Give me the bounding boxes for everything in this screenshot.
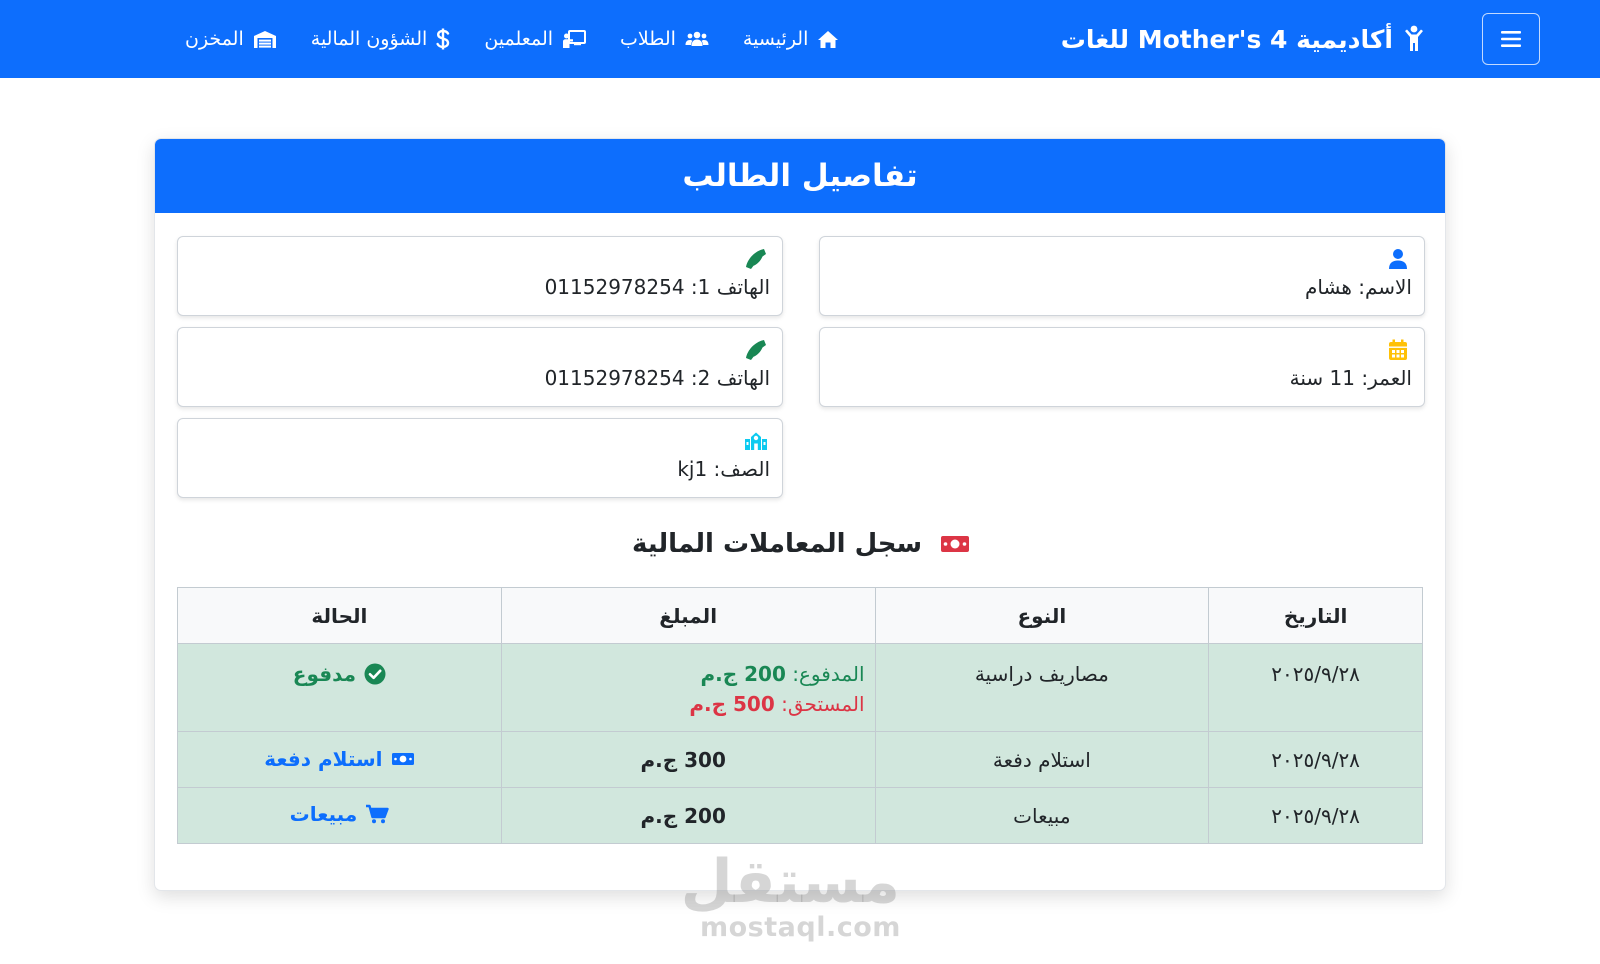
nav-link-warehouse[interactable]: المخزن	[185, 28, 277, 50]
cell-status: استلام دفعة	[177, 731, 502, 788]
nav-link-students[interactable]: الطلاب	[620, 28, 709, 50]
cart-icon	[366, 804, 389, 824]
dollar-icon	[436, 28, 450, 50]
phone-icon	[744, 338, 768, 362]
transactions-title-text: سجل المعاملات المالية	[631, 529, 923, 559]
warehouse-icon	[253, 30, 276, 48]
info-box-age: العمر: 11 سنة	[819, 327, 1425, 407]
info-box-class: الصف: kj1	[177, 418, 783, 498]
nav-link-students-label: الطلاب	[620, 28, 676, 50]
student-age: العمر: 11 سنة	[1289, 366, 1412, 390]
hamburger-icon	[1501, 31, 1521, 47]
due-value: 500 ج.م	[689, 692, 775, 716]
col-header-date: التاريخ	[1208, 587, 1423, 644]
cell-amount: المدفوع: 200 ج.م المستحق: 500 ج.م	[500, 643, 876, 732]
info-box-phone1: الهاتف 1: 01152978254	[177, 236, 783, 316]
brand-text: أكاديمية Mother's 4 للغات	[1060, 24, 1393, 54]
watermark: مستقل mostaql.com	[680, 847, 901, 943]
status-text: مبيعات	[289, 802, 358, 826]
nav-link-finance-label: الشؤون المالية	[310, 28, 428, 50]
cell-date: ٢٠٢٥/٩/٢٨	[1208, 731, 1423, 788]
table-row: ٢٠٢٥/٩/٢٨ مصاريف دراسية المدفوع: 200 ج.م…	[177, 643, 1423, 732]
users-icon	[685, 31, 709, 46]
cell-type: مصاريف دراسية	[874, 643, 1210, 732]
card-header: تفاصيل الطالب	[155, 139, 1445, 213]
table-row: ٢٠٢٥/٩/٢٨ مبيعات 200 ج.م مبيعات	[177, 787, 1423, 844]
transactions-table: التاريخ النوع المبلغ الحالة ٢٠٢٥/٩/٢٨ مص…	[177, 587, 1423, 844]
student-phone1: الهاتف 1: 01152978254	[544, 275, 770, 299]
calendar-icon	[1386, 338, 1410, 362]
navbar: أكاديمية Mother's 4 للغات الرئيسية الطلا…	[0, 0, 1600, 78]
status-badge: مدفوع	[293, 662, 386, 686]
nav-link-warehouse-label: المخزن	[185, 28, 244, 50]
paid-amount: المدفوع: 200 ج.م	[502, 662, 865, 686]
student-class: الصف: kj1	[677, 457, 770, 481]
nav-link-finance[interactable]: الشؤون المالية	[311, 28, 451, 50]
user-icon	[1386, 247, 1410, 271]
navbar-brand[interactable]: أكاديمية Mother's 4 للغات	[1061, 0, 1425, 78]
student-phone2: الهاتف 2: 01152978254	[544, 366, 770, 390]
cell-status: مدفوع	[177, 643, 502, 732]
table-row: ٢٠٢٥/٩/٢٨ استلام دفعة 300 ج.م استلام دفع…	[177, 731, 1423, 788]
info-box-name: الاسم: هشام	[819, 236, 1425, 316]
nav-link-teachers[interactable]: المعلمين	[484, 28, 587, 50]
cell-date: ٢٠٢٥/٩/٢٨	[1208, 787, 1423, 844]
status-text: استلام دفعة	[264, 747, 383, 771]
money-bill-icon	[391, 753, 414, 765]
child-icon	[1405, 25, 1423, 51]
cell-date: ٢٠٢٥/٩/٢٨	[1208, 643, 1423, 732]
cell-amount: 300 ج.م	[500, 731, 876, 788]
status-badge: مبيعات	[290, 802, 390, 826]
cell-status: مبيعات	[177, 787, 502, 844]
home-icon	[818, 30, 839, 48]
watermark-latin: mostaql.com	[700, 912, 901, 943]
due-label: المستحق:	[781, 692, 865, 716]
paid-label: المدفوع:	[792, 662, 865, 686]
card-title: تفاصيل الطالب	[682, 158, 918, 194]
check-circle-icon	[364, 663, 386, 685]
cell-amount: 200 ج.م	[500, 787, 876, 844]
money-bill-icon	[941, 536, 970, 552]
nav-links: الرئيسية الطلاب المعلمين الشؤون المالية …	[185, 0, 839, 78]
col-header-type: النوع	[874, 587, 1210, 644]
phone-icon	[744, 247, 768, 271]
table-header-row: التاريخ النوع المبلغ الحالة	[177, 587, 1423, 644]
transactions-title: سجل المعاملات المالية	[155, 529, 1445, 559]
col-header-status: الحالة	[177, 587, 502, 644]
status-text: مدفوع	[292, 662, 357, 686]
nav-link-home[interactable]: الرئيسية	[743, 28, 839, 50]
nav-link-home-label: الرئيسية	[742, 28, 809, 50]
chalkboard-teacher-icon	[563, 29, 587, 48]
paid-value: 200 ج.م	[700, 662, 786, 686]
watermark-arabic: مستقل	[680, 847, 900, 917]
cell-type: مبيعات	[874, 787, 1210, 844]
student-name: الاسم: هشام	[1305, 275, 1412, 299]
school-icon	[744, 429, 768, 453]
student-details-card: تفاصيل الطالب الاسم: هشام الهاتف 1: 0115…	[154, 138, 1446, 891]
cell-type: استلام دفعة	[874, 731, 1210, 788]
nav-link-teachers-label: المعلمين	[484, 28, 554, 50]
info-box-phone2: الهاتف 2: 01152978254	[177, 327, 783, 407]
status-badge: استلام دفعة	[264, 747, 414, 771]
due-amount: المستحق: 500 ج.م	[502, 692, 865, 716]
navbar-toggler-button[interactable]	[1482, 13, 1540, 65]
col-header-amount: المبلغ	[500, 587, 876, 644]
